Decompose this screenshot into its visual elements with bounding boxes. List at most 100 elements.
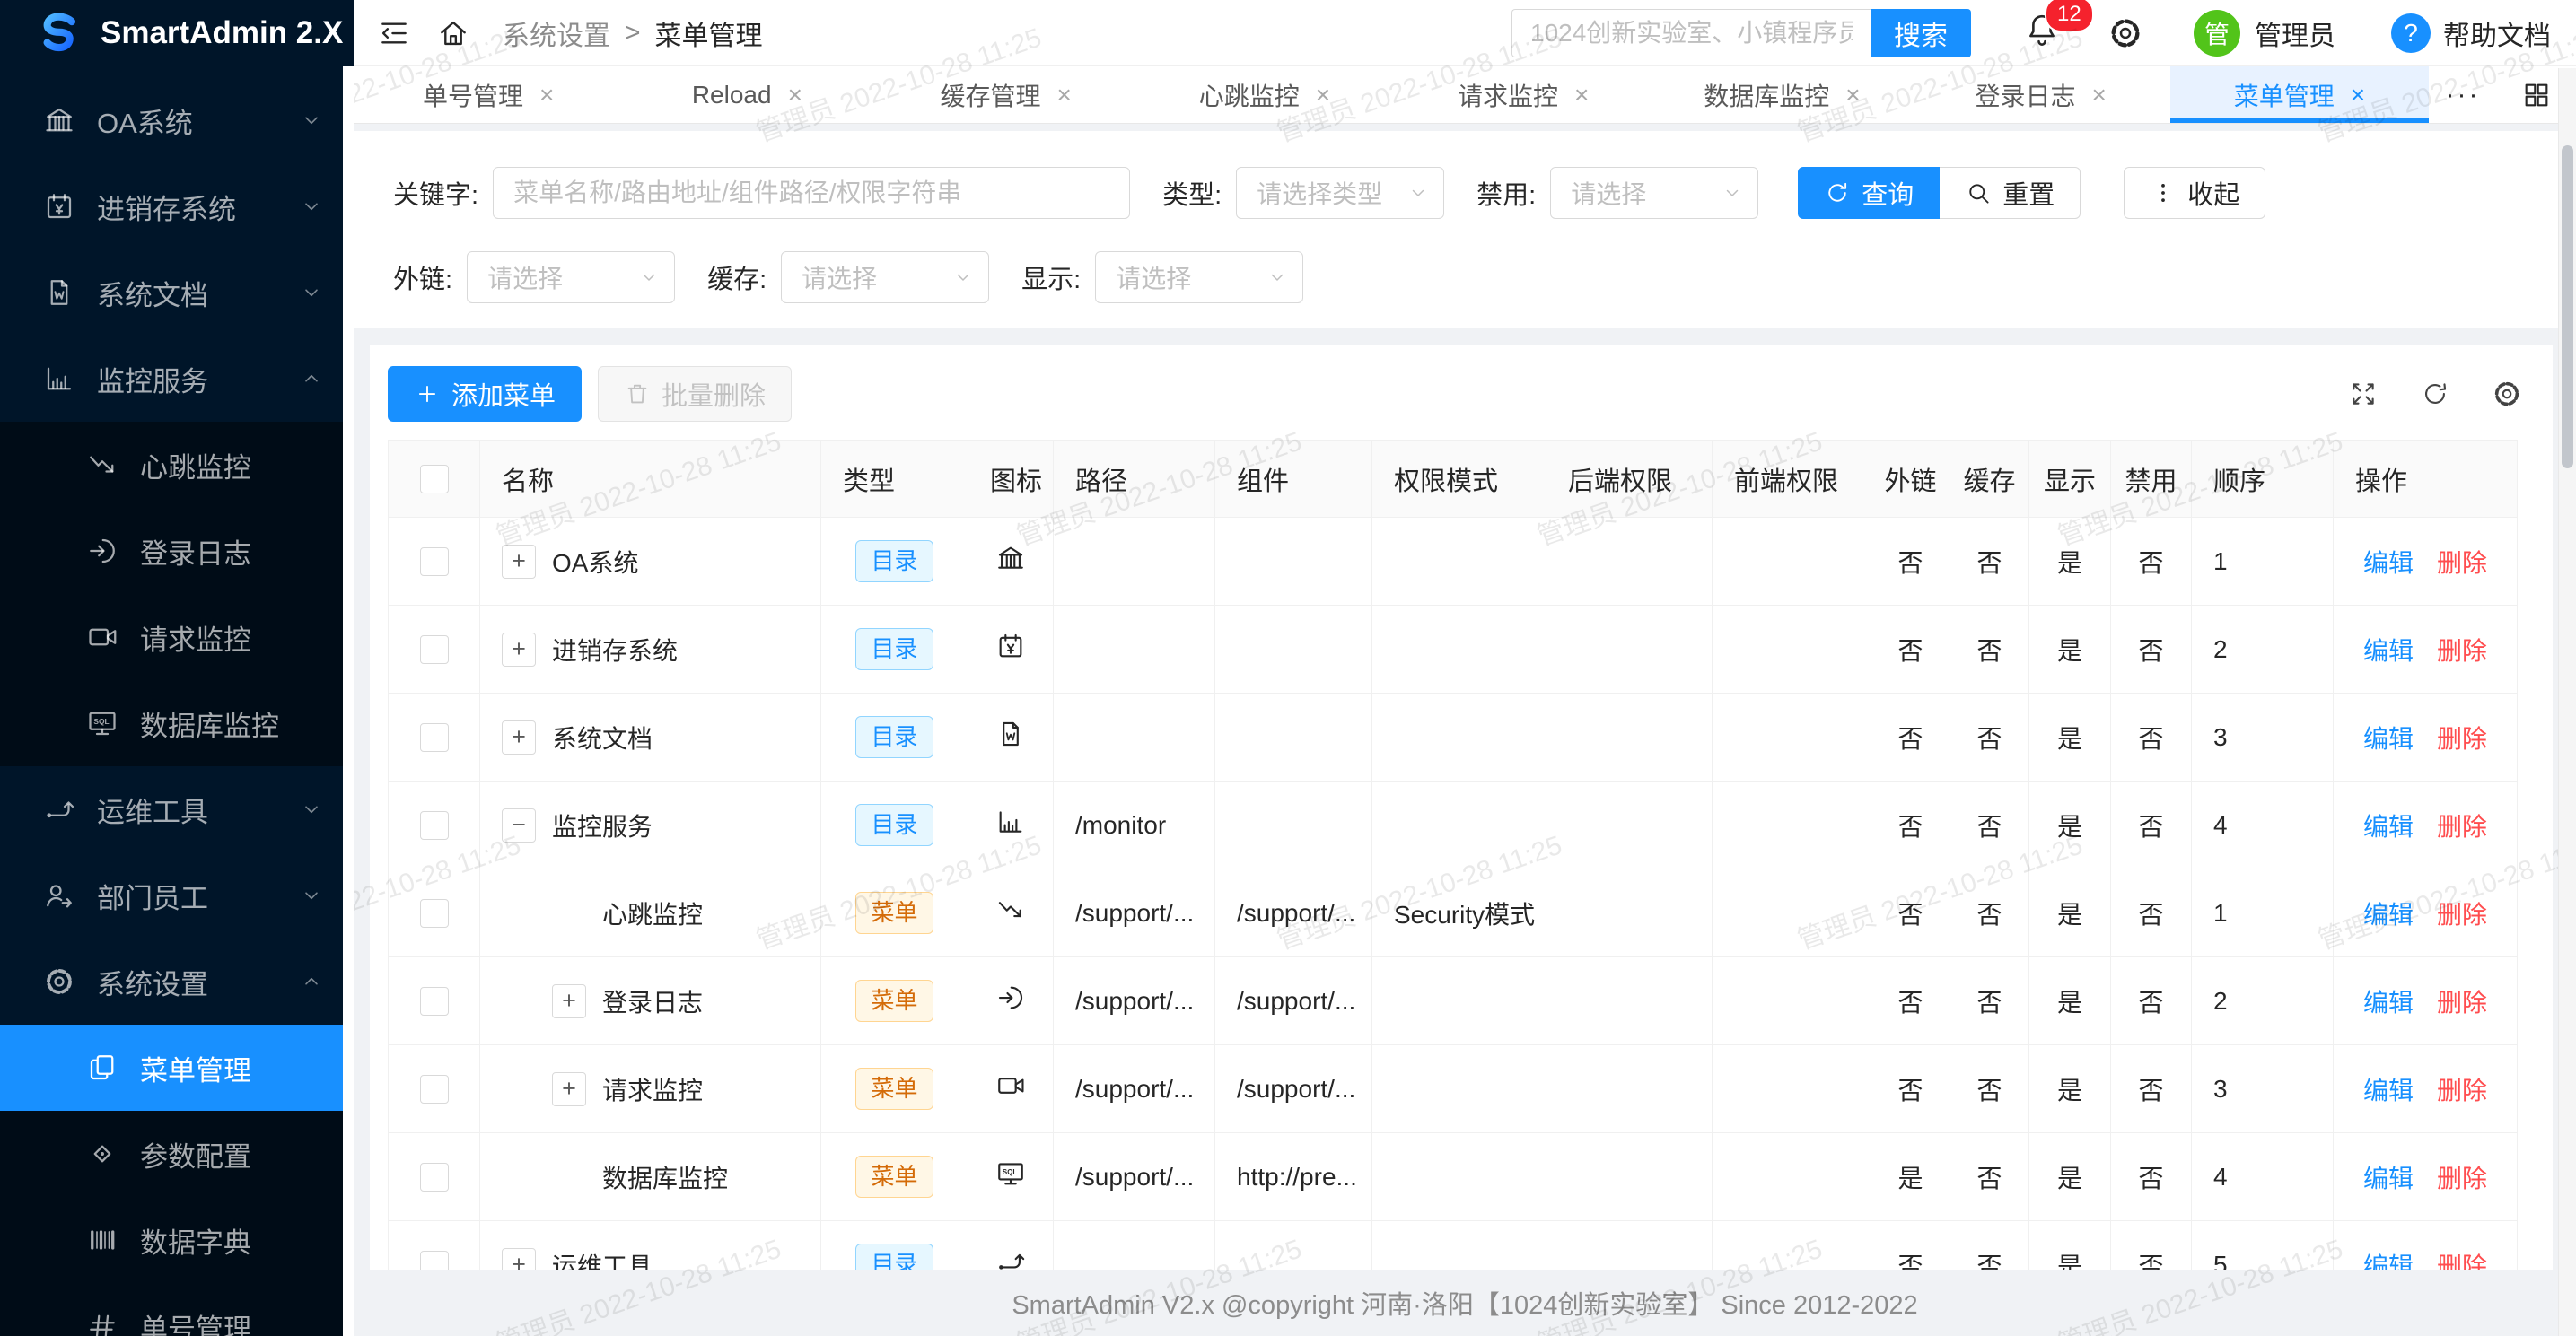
breadcrumb-item[interactable]: 系统设置 xyxy=(503,13,610,53)
sidebar-item-param-config[interactable]: 参数配置 xyxy=(0,1111,354,1197)
reset-button[interactable]: 重置 xyxy=(1940,167,2081,219)
sidebar-item-login-log[interactable]: 登录日志 xyxy=(0,508,354,594)
page-scrollbar[interactable] xyxy=(2558,68,2576,1336)
tab-heartbeat-monitor[interactable]: 心跳监控× xyxy=(1135,66,1394,123)
cell-order: 4 xyxy=(2192,1133,2334,1221)
edit-link[interactable]: 编辑 xyxy=(2363,637,2414,665)
refresh-icon[interactable] xyxy=(2420,379,2450,409)
sidebar-item-oa-system[interactable]: OA系统 xyxy=(0,77,354,163)
row-expander-plus[interactable]: + xyxy=(502,545,536,579)
tab-close-icon[interactable]: × xyxy=(1574,81,1589,109)
row-checkbox[interactable] xyxy=(420,547,449,576)
home-icon[interactable] xyxy=(436,16,470,50)
help-link[interactable]: ? 帮助文档 xyxy=(2391,13,2551,53)
row-expander-plus[interactable]: + xyxy=(502,633,536,667)
delete-link[interactable]: 删除 xyxy=(2437,549,2487,577)
row-expander-plus[interactable]: + xyxy=(502,720,536,755)
sidebar-item-system-settings[interactable]: 系统设置 xyxy=(0,939,354,1025)
keyword-input[interactable] xyxy=(493,167,1130,219)
external-select[interactable]: 请选择 xyxy=(467,251,675,303)
avatar[interactable]: 管 xyxy=(2194,10,2240,57)
sidebar-scrollbar[interactable] xyxy=(343,66,354,1336)
notifications-button[interactable]: 12 xyxy=(2023,11,2061,55)
delete-link[interactable]: 删除 xyxy=(2437,637,2487,665)
logo[interactable]: SmartAdmin 2.X xyxy=(0,0,354,66)
cell-perm-mode xyxy=(1372,957,1546,1045)
edit-link[interactable]: 编辑 xyxy=(2363,725,2414,753)
edit-link[interactable]: 编辑 xyxy=(2363,1077,2414,1105)
sidebar-item-monitor-service[interactable]: 监控服务 xyxy=(0,336,354,422)
edit-link[interactable]: 编辑 xyxy=(2363,989,2414,1017)
delete-link[interactable]: 删除 xyxy=(2437,1165,2487,1192)
type-select[interactable]: 请选择类型 xyxy=(1236,167,1444,219)
column-header: 名称 xyxy=(480,441,821,518)
delete-link[interactable]: 删除 xyxy=(2437,1077,2487,1105)
cell-external: 否 xyxy=(1871,694,1950,782)
visible-select[interactable]: 请选择 xyxy=(1095,251,1303,303)
edit-link[interactable]: 编辑 xyxy=(2363,813,2414,841)
add-menu-button[interactable]: 添加菜单 xyxy=(388,366,582,422)
tab-menu-management[interactable]: 菜单管理× xyxy=(2170,66,2429,123)
tabs-more-button[interactable]: ··· xyxy=(2429,66,2497,123)
row-checkbox[interactable] xyxy=(420,811,449,840)
row-checkbox[interactable] xyxy=(420,723,449,752)
edit-link[interactable]: 编辑 xyxy=(2363,1165,2414,1192)
sidebar-item-heartbeat-monitor[interactable]: 心跳监控 xyxy=(0,422,354,508)
query-button[interactable]: 查询 xyxy=(1798,167,1940,219)
sidebar-item-database-monitor[interactable]: SQL数据库监控 xyxy=(0,680,354,766)
tab-close-icon[interactable]: × xyxy=(1845,81,1860,109)
tab-request-monitor[interactable]: 请求监控 × xyxy=(1394,66,1652,123)
sidebar-item-serial-management[interactable]: 单号管理 xyxy=(0,1283,354,1336)
delete-link[interactable]: 删除 xyxy=(2437,989,2487,1017)
sidebar-item-request-monitor[interactable]: 请求监控 xyxy=(0,594,354,680)
edit-link[interactable]: 编辑 xyxy=(2363,549,2414,577)
row-checkbox[interactable] xyxy=(420,899,449,928)
tab-close-icon[interactable]: × xyxy=(1056,81,1071,109)
collapse-button[interactable]: 收起 xyxy=(2124,167,2265,219)
tab-close-icon[interactable]: × xyxy=(539,81,554,109)
tab-serial-management[interactable]: 单号管理× xyxy=(359,66,618,123)
scrollbar-thumb[interactable] xyxy=(2562,145,2573,468)
delete-link[interactable]: 删除 xyxy=(2437,725,2487,753)
filter-label-external: 外链: xyxy=(393,258,452,296)
column-settings-icon[interactable] xyxy=(2492,379,2522,409)
tab-close-icon[interactable]: × xyxy=(2091,81,2106,109)
sidebar-item-data-dictionary[interactable]: 数据字典 xyxy=(0,1197,354,1283)
row-expander-minus[interactable]: − xyxy=(502,808,536,843)
tab-cache-management[interactable]: 缓存管理× xyxy=(877,66,1135,123)
select-all-checkbox[interactable] xyxy=(420,465,449,493)
row-checkbox[interactable] xyxy=(420,635,449,664)
sidebar-item-menu-management[interactable]: 菜单管理 xyxy=(0,1025,354,1111)
row-expander-plus[interactable]: + xyxy=(552,984,586,1018)
type-badge: 菜单 xyxy=(855,892,933,935)
cache-select[interactable]: 请选择 xyxy=(781,251,989,303)
delete-link[interactable]: 删除 xyxy=(2437,901,2487,929)
row-checkbox[interactable] xyxy=(420,1075,449,1104)
menu-fold-icon[interactable] xyxy=(377,16,411,50)
sidebar-item-system-docs[interactable]: 系统文档 xyxy=(0,249,354,336)
cell-type: 菜单 xyxy=(821,869,968,957)
sidebar-item-department-staff[interactable]: 部门员工 xyxy=(0,852,354,939)
tab-close-icon[interactable]: × xyxy=(1316,81,1330,109)
batch-delete-button[interactable]: 批量删除 xyxy=(598,366,792,422)
edit-link[interactable]: 编辑 xyxy=(2363,901,2414,929)
user-name[interactable]: 管理员 xyxy=(2255,13,2335,53)
tab-database-monitor[interactable]: 数据库监控× xyxy=(1652,66,1911,123)
tab-label: 请求监控 xyxy=(1458,77,1558,113)
row-checkbox[interactable] xyxy=(420,987,449,1016)
cell-order: 2 xyxy=(2192,957,2334,1045)
tab-reload[interactable]: Reload× xyxy=(618,66,876,123)
tab-login-log[interactable]: 登录日志× xyxy=(1912,66,2170,123)
disabled-select[interactable]: 请选择 xyxy=(1550,167,1758,219)
fullscreen-icon[interactable] xyxy=(2348,379,2379,409)
row-expander-plus[interactable]: + xyxy=(552,1072,586,1106)
header-search-input[interactable] xyxy=(1511,9,1871,57)
delete-link[interactable]: 删除 xyxy=(2437,813,2487,841)
row-checkbox[interactable] xyxy=(420,1163,449,1192)
header-settings-icon[interactable] xyxy=(2107,15,2143,51)
tab-close-icon[interactable]: × xyxy=(2351,81,2365,109)
tab-close-icon[interactable]: × xyxy=(788,81,802,109)
sidebar-item-ops-tools[interactable]: 运维工具 xyxy=(0,766,354,852)
sidebar-item-inventory-system[interactable]: 进销存系统 xyxy=(0,163,354,249)
header-search-button[interactable]: 搜索 xyxy=(1871,9,1971,57)
